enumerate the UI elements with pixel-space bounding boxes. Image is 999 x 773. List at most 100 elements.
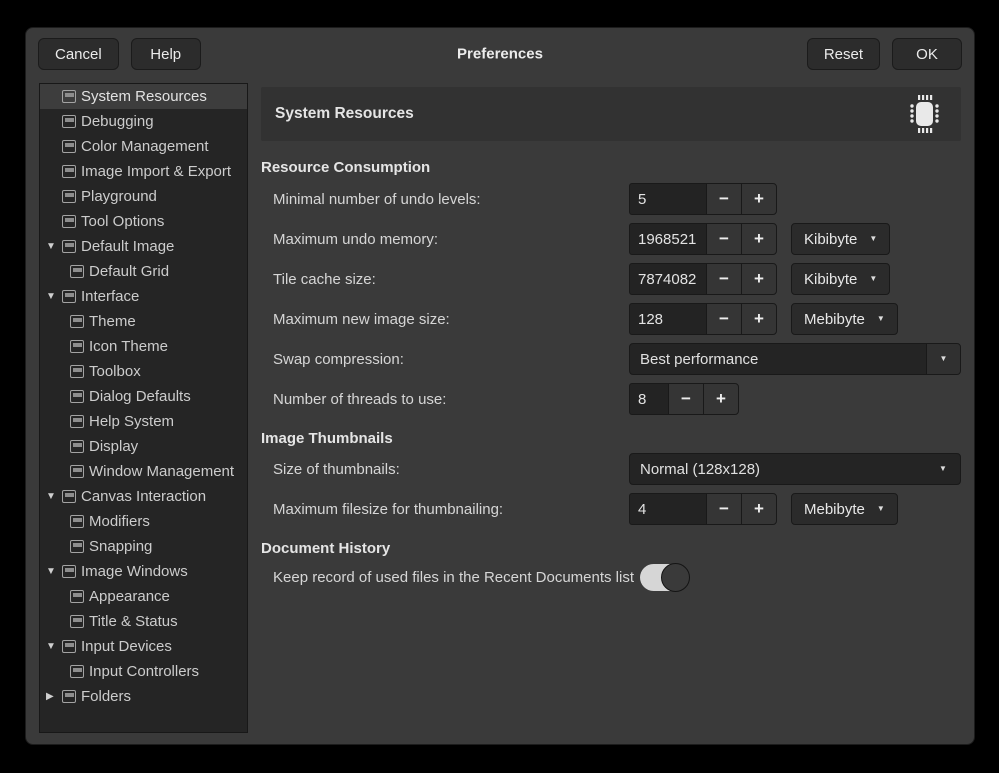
sidebar-item-toolbox[interactable]: Toolbox <box>40 359 247 384</box>
sidebar-item-label: Dialog Defaults <box>89 388 191 405</box>
help-button[interactable]: Help <box>131 38 201 70</box>
plus-icon[interactable]: + <box>741 183 777 215</box>
tile-cache-label: Tile cache size: <box>261 271 629 288</box>
modifiers-icon <box>70 515 84 528</box>
sidebar-item-canvas-interaction[interactable]: ▼ Canvas Interaction <box>40 484 247 509</box>
swap-compression-label: Swap compression: <box>261 351 629 368</box>
sidebar-item-appearance[interactable]: Appearance <box>40 584 247 609</box>
minus-icon[interactable]: − <box>706 183 742 215</box>
system-resources-icon <box>62 90 76 103</box>
cancel-button[interactable]: Cancel <box>38 38 119 70</box>
expander-open-icon[interactable]: ▼ <box>46 492 62 502</box>
sidebar-item-title-status[interactable]: Title & Status <box>40 609 247 634</box>
preferences-main-panel: System Resources Resource Consumption Mi… <box>261 87 961 595</box>
sidebar-item-label: Playground <box>81 188 157 205</box>
undo-memory-spinner: − + <box>629 223 777 255</box>
display-icon <box>70 440 84 453</box>
chevron-down-icon: ▼ <box>940 355 948 363</box>
sidebar-item-playground[interactable]: Playground <box>40 184 247 209</box>
row-thumb-size: Size of thumbnails: Normal (128x128) ▼ <box>261 449 961 489</box>
sidebar-item-display[interactable]: Display <box>40 434 247 459</box>
dropdown-arrow-button: ▼ <box>926 454 960 484</box>
sidebar-item-modifiers[interactable]: Modifiers <box>40 509 247 534</box>
combo-value: Normal (128x128) <box>630 461 926 478</box>
sidebar-item-folders[interactable]: ▶ Folders <box>40 684 247 709</box>
minus-icon[interactable]: − <box>706 223 742 255</box>
plus-icon[interactable]: + <box>703 383 739 415</box>
minus-icon[interactable]: − <box>668 383 704 415</box>
color-management-icon <box>62 140 76 153</box>
sidebar-item-dialog-defaults[interactable]: Dialog Defaults <box>40 384 247 409</box>
sidebar-item-default-image[interactable]: ▼ Default Image <box>40 234 247 259</box>
ok-button[interactable]: OK <box>892 38 962 70</box>
plus-icon[interactable]: + <box>741 263 777 295</box>
undo-memory-unit-dropdown[interactable]: Kibibyte ▼ <box>791 223 890 255</box>
sidebar-item-label: Snapping <box>89 538 152 555</box>
sidebar-item-label: Debugging <box>81 113 154 130</box>
sidebar-item-label: Default Image <box>81 238 174 255</box>
folders-icon <box>62 690 76 703</box>
sidebar-item-color-management[interactable]: Color Management <box>40 134 247 159</box>
window-management-icon <box>70 465 84 478</box>
minus-icon[interactable]: − <box>706 263 742 295</box>
new-image-size-label: Maximum new image size: <box>261 311 629 328</box>
swap-compression-dropdown[interactable]: Best performance ▼ <box>629 343 961 375</box>
tile-cache-unit-dropdown[interactable]: Kibibyte ▼ <box>791 263 890 295</box>
minus-icon[interactable]: − <box>706 493 742 525</box>
sidebar-item-input-devices[interactable]: ▼ Input Devices <box>40 634 247 659</box>
new-image-size-unit-dropdown[interactable]: Mebibyte ▼ <box>791 303 898 335</box>
thumb-filesize-unit-dropdown[interactable]: Mebibyte ▼ <box>791 493 898 525</box>
thumb-filesize-input[interactable] <box>629 493 707 525</box>
minus-icon[interactable]: − <box>706 303 742 335</box>
sidebar-item-image-import-export[interactable]: Image Import & Export <box>40 159 247 184</box>
thumb-size-label: Size of thumbnails: <box>261 461 629 478</box>
threads-input[interactable] <box>629 383 669 415</box>
sidebar-item-interface[interactable]: ▼ Interface <box>40 284 247 309</box>
sidebar-item-label: Color Management <box>81 138 209 155</box>
sidebar-item-label: Help System <box>89 413 174 430</box>
thumb-size-dropdown[interactable]: Normal (128x128) ▼ <box>629 453 961 485</box>
sidebar-item-system-resources[interactable]: System Resources <box>40 84 247 109</box>
expander-open-icon[interactable]: ▼ <box>46 242 62 252</box>
sidebar-item-label: Theme <box>89 313 136 330</box>
plus-icon[interactable]: + <box>741 303 777 335</box>
toolbox-icon <box>70 365 84 378</box>
sidebar-item-tool-options[interactable]: Tool Options <box>40 209 247 234</box>
sidebar-item-label: Toolbox <box>89 363 141 380</box>
chevron-down-icon: ▼ <box>877 505 885 513</box>
sidebar-item-input-controllers[interactable]: Input Controllers <box>40 659 247 684</box>
row-thumb-filesize: Maximum filesize for thumbnailing: − + M… <box>261 489 961 529</box>
keep-record-toggle[interactable] <box>640 564 688 591</box>
expander-open-icon[interactable]: ▼ <box>46 567 62 577</box>
sidebar-item-snapping[interactable]: Snapping <box>40 534 247 559</box>
preferences-dialog: Cancel Help Preferences Reset OK System … <box>25 27 975 745</box>
reset-button[interactable]: Reset <box>807 38 880 70</box>
threads-label: Number of threads to use: <box>261 391 629 408</box>
undo-levels-input[interactable] <box>629 183 707 215</box>
row-undo-levels: Minimal number of undo levels: − + <box>261 179 961 219</box>
sidebar-item-debugging[interactable]: Debugging <box>40 109 247 134</box>
undo-memory-input[interactable] <box>629 223 707 255</box>
new-image-size-input[interactable] <box>629 303 707 335</box>
expander-closed-icon[interactable]: ▶ <box>46 692 62 702</box>
undo-levels-spinner: − + <box>629 183 777 215</box>
expander-open-icon[interactable]: ▼ <box>46 292 62 302</box>
expander-open-icon[interactable]: ▼ <box>46 642 62 652</box>
plus-icon[interactable]: + <box>741 223 777 255</box>
playground-icon <box>62 190 76 203</box>
sidebar-item-icon-theme[interactable]: Icon Theme <box>40 334 247 359</box>
chevron-down-icon: ▼ <box>869 235 877 243</box>
toggle-knob <box>661 563 690 592</box>
sidebar-item-window-management[interactable]: Window Management <box>40 459 247 484</box>
tile-cache-input[interactable] <box>629 263 707 295</box>
sidebar-item-theme[interactable]: Theme <box>40 309 247 334</box>
sidebar-item-help-system[interactable]: Help System <box>40 409 247 434</box>
dropdown-arrow-button[interactable]: ▼ <box>926 344 960 374</box>
plus-icon[interactable]: + <box>741 493 777 525</box>
unit-value: Kibibyte <box>804 231 857 248</box>
sidebar-item-label: System Resources <box>81 88 207 105</box>
sidebar-item-default-grid[interactable]: Default Grid <box>40 259 247 284</box>
sidebar-item-image-windows[interactable]: ▼ Image Windows <box>40 559 247 584</box>
chevron-down-icon: ▼ <box>939 465 947 473</box>
titlebar: Cancel Help Preferences Reset OK <box>26 28 974 80</box>
